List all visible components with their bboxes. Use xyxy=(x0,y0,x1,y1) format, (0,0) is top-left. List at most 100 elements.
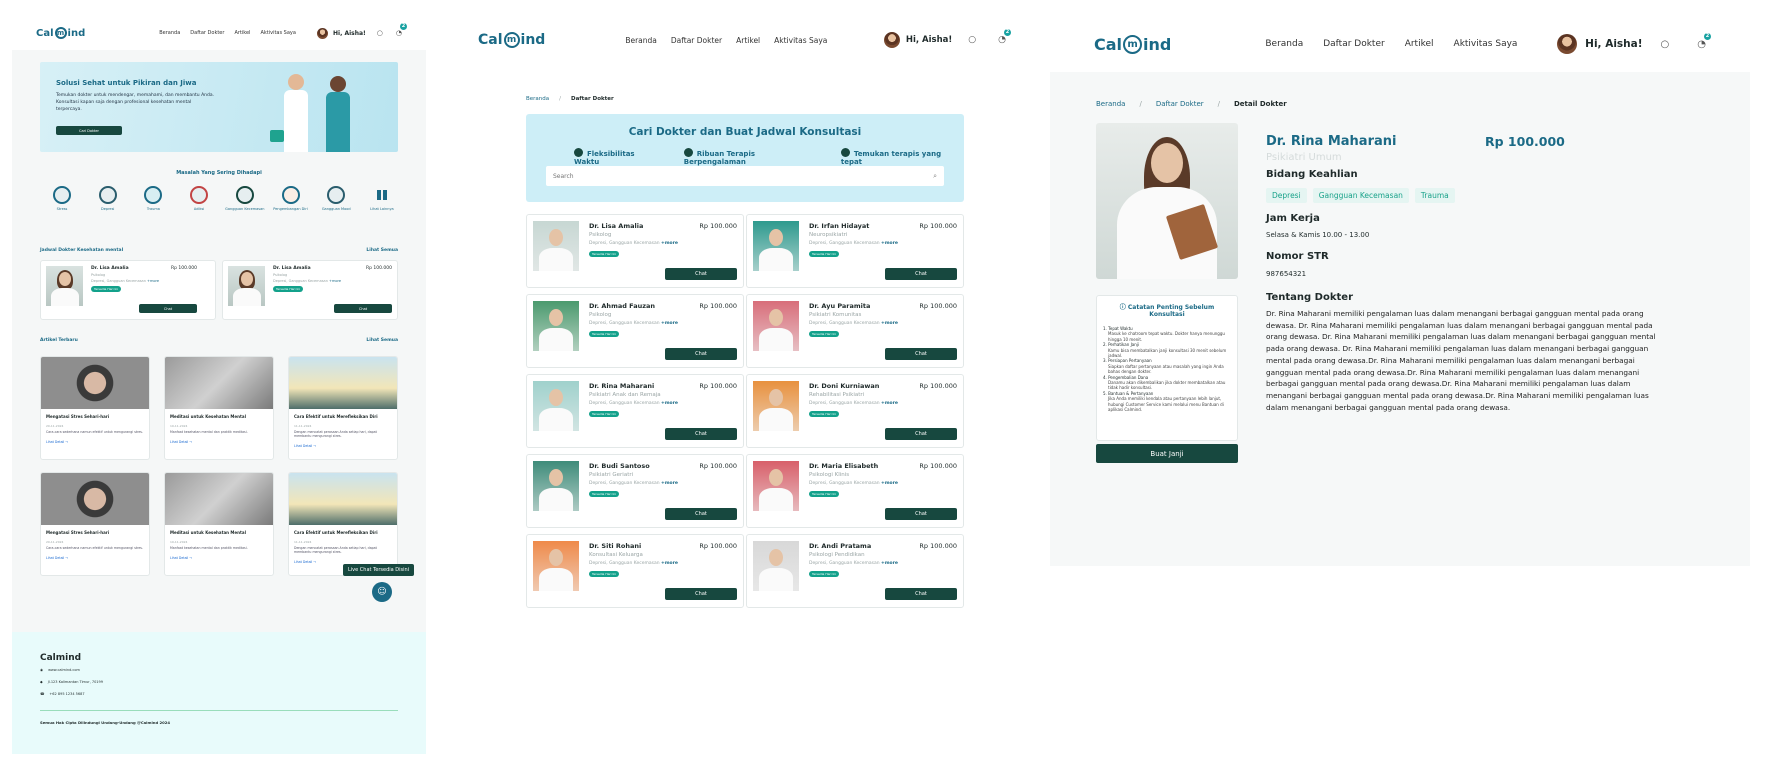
doctor-card[interactable]: Dr. Ayu Paramita Rp 100.000 Psikiatri Ko… xyxy=(746,294,964,368)
nav-aktivitas[interactable]: Aktivitas Saya xyxy=(774,36,827,45)
article-card[interactable]: Mengatasi Stres Sehari-hari 20-11-2024 C… xyxy=(40,472,150,576)
str-title: Nomor STR xyxy=(1266,251,1329,262)
avatar[interactable] xyxy=(317,27,328,39)
doctor-card[interactable]: Dr. Lisa Amalia Rp 100.000 Psikolog Depr… xyxy=(222,260,398,320)
search-input[interactable] xyxy=(553,172,934,180)
article-image xyxy=(41,357,149,409)
chat-button[interactable]: Chat xyxy=(665,348,737,360)
doctor-card[interactable]: Dr. Andi Pratama Rp 100.000 Psikologi Pe… xyxy=(746,534,964,608)
footer-web[interactable]: ◉ www.calmind.com xyxy=(40,668,80,672)
doctor-photo xyxy=(533,541,579,591)
article-link[interactable]: Lihat Detail → xyxy=(289,440,397,452)
doctor-price: Rp 100.000 xyxy=(1485,134,1565,149)
doctor-card[interactable]: Dr. Doni Kurniawan Rp 100.000 Rehabilita… xyxy=(746,374,964,448)
article-link[interactable]: Lihat Detail → xyxy=(165,552,273,564)
issue-trauma[interactable]: Trauma xyxy=(133,186,173,211)
nav-aktivitas[interactable]: Aktivitas Saya xyxy=(1454,39,1518,49)
chat-button[interactable]: Chat xyxy=(885,268,957,280)
chat-button[interactable]: Chat xyxy=(885,508,957,520)
article-link[interactable]: Lihat Detail → xyxy=(41,436,149,448)
search-title: Cari Dokter dan Buat Jadwal Konsultasi xyxy=(628,126,862,138)
note-item: 2. Perhatikan Janji Kamu bisa membatalkan… xyxy=(1103,342,1227,359)
chat-icon[interactable]: ○ xyxy=(377,29,383,37)
issue-adiksi[interactable]: Adiksi xyxy=(179,186,219,211)
chat-icon[interactable]: ○ xyxy=(968,35,976,45)
article-card[interactable]: Meditasi untuk Kesehatan Mental 19-11-20… xyxy=(164,472,274,576)
logo[interactable]: Cal m ind xyxy=(1094,34,1171,54)
nav-daftar-dokter[interactable]: Daftar Dokter xyxy=(671,36,722,45)
doctor-price: Rp 100.000 xyxy=(365,266,392,271)
doctor-card[interactable]: Dr. Siti Rohani Rp 100.000 Konsultasi Ke… xyxy=(526,534,744,608)
article-card[interactable]: Cara Efektif untuk Merefleksikan Diri 11… xyxy=(288,356,398,460)
chat-button[interactable]: Chat xyxy=(885,588,957,600)
doctor-card[interactable]: Dr. Irfan Hidayat Rp 100.000 Neuropsikia… xyxy=(746,214,964,288)
doctor-card[interactable]: Dr. Lisa Amalia Rp 100.000 Psikolog Depr… xyxy=(40,260,216,320)
logo[interactable]: Cal m ind xyxy=(478,32,545,48)
doctor-name: Dr. Maria Elisabeth xyxy=(809,462,879,470)
breadcrumb-daftar-dokter[interactable]: Daftar Dokter xyxy=(1156,100,1204,108)
navbar: Cal m ind Beranda Daftar Dokter Artikel Ak… xyxy=(12,16,426,50)
skill-chip: Depresi xyxy=(1266,188,1307,203)
issue-depresi[interactable]: Depresi xyxy=(88,186,128,211)
book-appointment-button[interactable]: Buat Janji xyxy=(1096,444,1238,463)
nav-daftar-dokter[interactable]: Daftar Dokter xyxy=(190,30,224,36)
article-card[interactable]: Mengatasi Stres Sehari-hari 20-11-2024 C… xyxy=(40,356,150,460)
live-chat-icon[interactable]: ☺ xyxy=(372,582,392,602)
breadcrumb-beranda[interactable]: Beranda xyxy=(526,96,549,102)
article-link[interactable]: Lihat Detail → xyxy=(41,552,149,564)
nav-beranda[interactable]: Beranda xyxy=(1265,39,1303,49)
issue-kecemasan[interactable]: Gangguan Kecemasan xyxy=(225,186,265,211)
nav-daftar-dokter[interactable]: Daftar Dokter xyxy=(1323,39,1384,49)
chat-button[interactable]: Chat xyxy=(334,304,392,313)
search-icon[interactable]: ⌕ xyxy=(933,172,937,181)
doctor-price: Rp 100.000 xyxy=(699,382,737,390)
issue-lainnya[interactable]: Lihat Lainnya xyxy=(362,186,402,211)
issue-pengembangan[interactable]: Pengembangan Diri xyxy=(271,186,311,211)
doctor-card[interactable]: Dr. Ahmad Fauzan Rp 100.000 Psikolog Dep… xyxy=(526,294,744,368)
nav-links: Beranda Daftar Dokter Artikel Aktivitas … xyxy=(1265,39,1517,49)
chat-button[interactable]: Chat xyxy=(665,428,737,440)
chat-button[interactable]: Chat xyxy=(139,304,197,313)
feature-item: Temukan terapis yang tepat xyxy=(840,148,942,166)
nav-artikel[interactable]: Artikel xyxy=(736,36,760,45)
doctor-price: Rp 100.000 xyxy=(699,302,737,310)
chat-button[interactable]: Chat xyxy=(885,348,957,360)
avatar[interactable] xyxy=(883,32,900,48)
chat-button[interactable]: Chat xyxy=(665,268,737,280)
issue-stress[interactable]: Stress xyxy=(42,186,82,211)
bell-icon[interactable]: ◔ 2 xyxy=(1697,32,1711,50)
hero-cta-button[interactable]: Cari Dokter xyxy=(56,126,122,135)
article-card[interactable]: Cara Efektif untuk Merefleksikan Diri 11… xyxy=(288,472,398,576)
note-item: 5. Bantuan & Pertanyaan Jika Anda memilik… xyxy=(1103,390,1224,413)
bell-icon[interactable]: ◔ 2 xyxy=(998,29,1011,45)
bell-icon[interactable]: ◔ 2 xyxy=(396,23,407,37)
doctor-photo xyxy=(228,266,265,306)
breadcrumb-beranda[interactable]: Beranda xyxy=(1096,100,1125,108)
avatar[interactable] xyxy=(1557,34,1578,54)
doctor-skills: Depresi, Gangguan Kecemasan +more xyxy=(589,401,678,406)
schedule-see-all-link[interactable]: Lihat Semua xyxy=(366,248,398,253)
nav-beranda[interactable]: Beranda xyxy=(625,36,657,45)
doctor-card[interactable]: Dr. Budi Santoso Rp 100.000 Psikiatri Ge… xyxy=(526,454,744,528)
chat-button[interactable]: Chat xyxy=(665,588,737,600)
article-card[interactable]: Meditasi untuk Kesehatan Mental 19-11-20… xyxy=(164,356,274,460)
footer-copyright: Semua Hak Cipta Dilindungi Undang-Undang… xyxy=(40,720,171,725)
nav-aktivitas[interactable]: Aktivitas Saya xyxy=(260,30,296,36)
article-link[interactable]: Lihat Detail → xyxy=(165,436,273,448)
doctor-name: Dr. Lisa Amalia xyxy=(589,222,644,230)
doctor-card[interactable]: Dr. Maria Elisabeth Rp 100.000 Psikologi… xyxy=(746,454,964,528)
doctor-card[interactable]: Dr. Rina Maharani Rp 100.000 Psikiatri A… xyxy=(526,374,744,448)
chat-button[interactable]: Chat xyxy=(885,428,957,440)
issue-mood[interactable]: Gangguan Mood xyxy=(316,186,356,211)
nav-artikel[interactable]: Artikel xyxy=(234,30,250,36)
articles-see-all-link[interactable]: Lihat Semua xyxy=(366,338,398,343)
chat-button[interactable]: Chat xyxy=(665,508,737,520)
search-banner: Cari Dokter dan Buat Jadwal Konsultasi F… xyxy=(526,114,964,202)
nav-artikel[interactable]: Artikel xyxy=(1405,39,1434,49)
breadcrumb: Beranda / Daftar Dokter xyxy=(526,96,614,102)
chat-icon[interactable]: ○ xyxy=(1661,39,1670,50)
nav-beranda[interactable]: Beranda xyxy=(159,30,180,36)
article-title: Meditasi untuk Kesehatan Mental xyxy=(170,414,246,419)
doctor-card[interactable]: Dr. Lisa Amalia Rp 100.000 Psikolog Depr… xyxy=(526,214,744,288)
logo[interactable]: Cal m ind xyxy=(36,27,85,39)
